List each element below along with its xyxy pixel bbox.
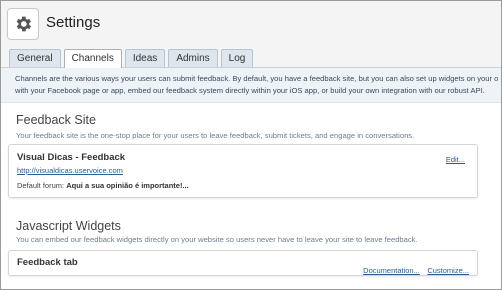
- gear-icon-graphic: [16, 16, 32, 32]
- feedback-tab-card: Feedback tab Documentation... Customize.…: [8, 250, 478, 276]
- feedback-tab-name: Feedback tab: [17, 257, 78, 268]
- tab-admins[interactable]: Admins: [168, 49, 218, 67]
- widgets-description: You can embed our feedback widgets direc…: [16, 235, 418, 244]
- feedback-tab-actions: Documentation... Customize...: [363, 260, 469, 278]
- feedback-site-name: Visual Dicas - Feedback: [17, 152, 126, 163]
- intro-line-2: with your Facebook page or app, embed ou…: [15, 85, 485, 95]
- tab-channels[interactable]: Channels: [63, 49, 122, 68]
- page-title: Settings: [46, 14, 101, 31]
- default-forum-row: Default forum: Aqui a sua opinião é impo…: [17, 181, 189, 190]
- tab-ideas[interactable]: Ideas: [124, 49, 166, 67]
- customize-link[interactable]: Customize...: [427, 266, 469, 275]
- edit-link[interactable]: Edit...: [446, 155, 465, 164]
- feedback-site-card: Visual Dicas - Feedback http://visualdic…: [8, 144, 478, 198]
- settings-header: Settings General Channels Ideas Admins L…: [1, 1, 501, 68]
- default-forum-label: Default forum:: [17, 181, 65, 190]
- feedback-site-heading: Feedback Site: [16, 113, 96, 127]
- intro-line-1: Channels are the various ways your users…: [15, 74, 499, 83]
- channels-intro: Channels are the various ways your users…: [1, 68, 501, 103]
- settings-tabs: General Channels Ideas Admins Log: [9, 49, 256, 68]
- tab-general[interactable]: General: [9, 49, 61, 67]
- default-forum-value: Aqui a sua opinião é importante!...: [66, 181, 189, 190]
- settings-window: Settings General Channels Ideas Admins L…: [0, 0, 502, 290]
- documentation-link[interactable]: Documentation...: [363, 266, 420, 275]
- widgets-heading: Javascript Widgets: [16, 219, 121, 233]
- feedback-site-url-link[interactable]: http://visualdicas.uservoice.com: [17, 166, 123, 175]
- tab-log[interactable]: Log: [220, 49, 254, 67]
- feedback-site-description: Your feedback site is the one-stop place…: [16, 131, 415, 140]
- gear-icon: [7, 8, 39, 40]
- channels-intro-text: Channels are the various ways your users…: [15, 73, 501, 96]
